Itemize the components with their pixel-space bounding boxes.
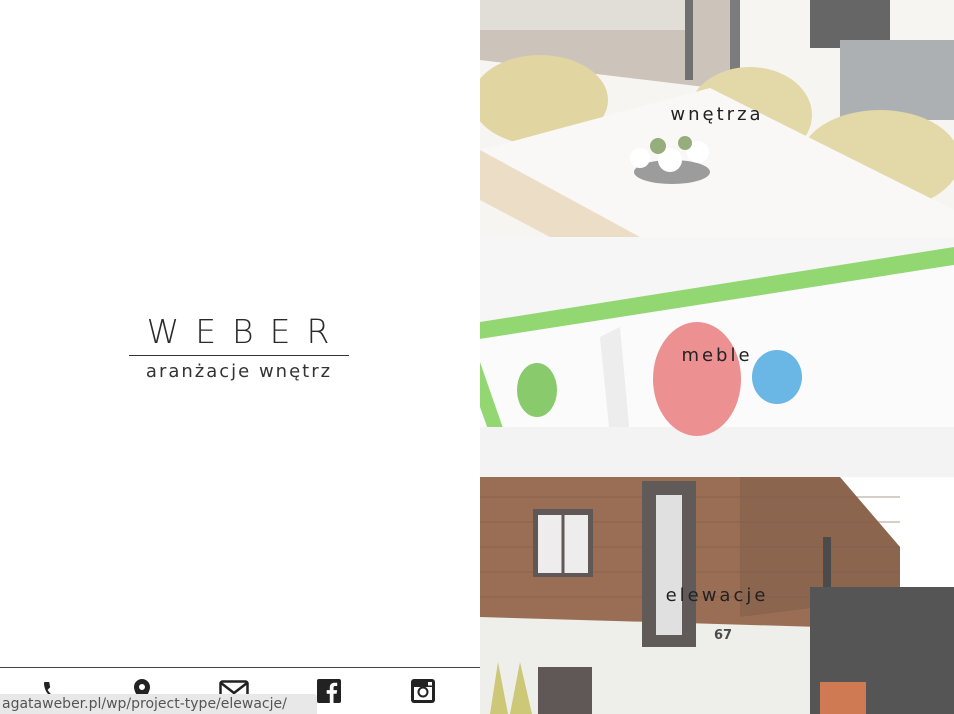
status-bar-url: agataweber.pl/wp/project-type/elewacje/ (0, 694, 317, 714)
tile-label: meble (681, 345, 753, 366)
tile-label: elewacje (665, 585, 769, 606)
brand-name: WEBER (146, 312, 346, 351)
tile-label: wnętrza (670, 104, 764, 125)
facebook-icon[interactable] (316, 678, 342, 704)
instagram-icon[interactable] (410, 678, 436, 704)
left-panel: WEBER aranżacje wnętrz agataweber.pl/wp/… (0, 0, 480, 714)
brand-divider (129, 355, 349, 356)
tile-wnetrza[interactable]: wnętrza (480, 0, 954, 237)
tile-meble[interactable]: meble (480, 237, 954, 477)
brand-subtitle: aranżacje wnętrz (145, 361, 333, 382)
tile-elewacje[interactable]: 67 elewacje (480, 477, 954, 714)
logo[interactable]: WEBER aranżacje wnętrz (129, 312, 349, 384)
